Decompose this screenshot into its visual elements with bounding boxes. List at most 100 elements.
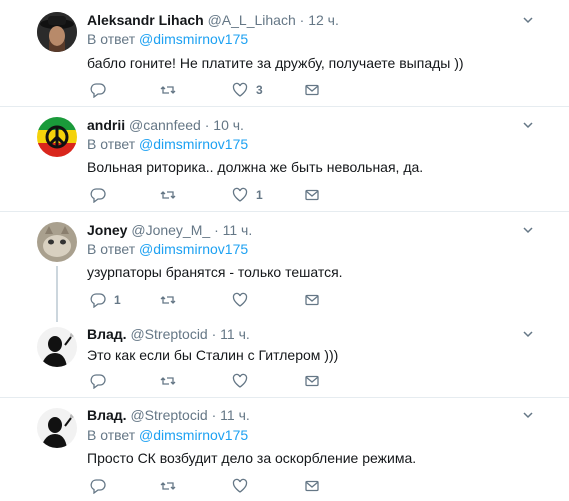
tweet-actions — [87, 371, 347, 391]
separator-dot: · — [211, 326, 217, 342]
username[interactable]: @Joney_M_ — [131, 222, 210, 238]
timestamp[interactable]: 11 ч. — [220, 326, 250, 342]
tweet-text: узурпаторы бранятся - только тешатся. — [87, 264, 343, 280]
envelope-icon — [305, 294, 319, 306]
avatar[interactable] — [37, 117, 77, 157]
tweet-actions: 3 — [87, 80, 347, 100]
reply-button[interactable] — [90, 371, 114, 391]
reply-button[interactable] — [90, 80, 114, 100]
tweet-actions: 1 — [87, 290, 347, 310]
tweet-header: Aleksandr Lihach @A_L_Lihach · 12 ч. — [87, 11, 339, 29]
envelope-icon — [305, 375, 319, 387]
chevron-down-icon[interactable] — [522, 328, 534, 340]
heart-icon — [232, 478, 248, 493]
separator-dot: · — [204, 117, 210, 133]
envelope-icon — [305, 189, 319, 201]
reply-icon — [90, 83, 106, 98]
reply-mention-link[interactable]: @dimsmirnov175 — [139, 31, 248, 47]
direct-message-button[interactable] — [304, 185, 320, 205]
reply-prefix: В ответ — [87, 427, 136, 443]
tweet-text: бабло гоните! Не платите за дружбу, полу… — [87, 55, 464, 71]
direct-message-button[interactable] — [304, 80, 320, 100]
heart-icon — [232, 82, 248, 97]
reply-context: В ответ @dimsmirnov175 — [87, 135, 248, 153]
reply-button[interactable] — [90, 185, 114, 205]
reply-mention-link[interactable]: @dimsmirnov175 — [139, 136, 248, 152]
chevron-down-icon[interactable] — [522, 119, 534, 131]
tweet-divider — [0, 397, 569, 398]
direct-message-button[interactable] — [304, 476, 320, 496]
reply-button[interactable] — [90, 476, 114, 496]
separator-dot: · — [214, 222, 219, 238]
like-button[interactable]: 1 — [232, 185, 263, 205]
display-name[interactable]: Joney — [87, 222, 127, 238]
retweet-icon — [160, 191, 176, 199]
display-name[interactable]: Влад. — [87, 407, 127, 423]
heart-icon — [232, 292, 248, 307]
reply-prefix: В ответ — [87, 241, 136, 257]
separator-dot: · — [299, 12, 305, 28]
display-name[interactable]: Aleksandr Lihach — [87, 12, 204, 28]
username[interactable]: @Streptocid — [130, 326, 207, 342]
tweet-header: andrii @cannfeed · 10 ч. — [87, 116, 244, 134]
username[interactable]: @cannfeed — [129, 117, 201, 133]
chevron-down-icon[interactable] — [522, 409, 534, 421]
retweet-icon — [160, 86, 176, 94]
envelope-icon — [305, 84, 319, 96]
reply-prefix: В ответ — [87, 136, 136, 152]
retweet-icon — [160, 482, 176, 490]
avatar[interactable] — [37, 408, 77, 448]
tweet-divider — [0, 106, 569, 107]
reply-icon — [90, 479, 106, 494]
retweet-button[interactable] — [160, 80, 184, 100]
retweet-button[interactable] — [160, 290, 184, 310]
like-button[interactable] — [232, 371, 256, 391]
like-button[interactable] — [232, 476, 256, 496]
avatar[interactable] — [37, 12, 77, 52]
like-button[interactable]: 3 — [232, 80, 263, 100]
reply-mention-link[interactable]: @dimsmirnov175 — [139, 241, 248, 257]
retweet-icon — [160, 377, 176, 385]
reply-button[interactable]: 1 — [90, 290, 121, 310]
reply-icon — [90, 374, 106, 389]
reply-count: 1 — [114, 293, 121, 307]
timestamp[interactable]: 12 ч. — [308, 12, 339, 28]
timestamp[interactable]: 11 ч. — [220, 407, 250, 423]
username[interactable]: @A_L_Lihach — [208, 12, 296, 28]
reply-icon — [90, 293, 106, 308]
tweet-actions: 1 — [87, 185, 347, 205]
tweet-divider — [0, 211, 569, 212]
thread-connector-line — [56, 266, 58, 322]
direct-message-button[interactable] — [304, 290, 320, 310]
reply-context: В ответ @dimsmirnov175 — [87, 240, 248, 258]
reply-icon — [90, 188, 106, 203]
like-button[interactable] — [232, 290, 256, 310]
heart-icon — [232, 187, 248, 202]
avatar[interactable] — [37, 222, 77, 262]
heart-icon — [232, 373, 248, 388]
retweet-button[interactable] — [160, 476, 184, 496]
timestamp[interactable]: 10 ч. — [213, 117, 244, 133]
tweet-text: Вольная риторика.. должна же быть неволь… — [87, 159, 424, 175]
like-count: 3 — [256, 83, 263, 97]
display-name[interactable]: Влад. — [87, 326, 127, 342]
retweet-button[interactable] — [160, 185, 184, 205]
timestamp[interactable]: 11 ч. — [223, 222, 253, 238]
retweet-icon — [160, 296, 176, 304]
chevron-down-icon[interactable] — [522, 14, 534, 26]
reply-mention-link[interactable]: @dimsmirnov175 — [139, 427, 248, 443]
tweet-header: Влад. @Streptocid · 11 ч. — [87, 325, 250, 343]
separator-dot: · — [211, 407, 217, 423]
direct-message-button[interactable] — [304, 371, 320, 391]
tweet-header: Joney @Joney_M_ · 11 ч. — [87, 221, 252, 239]
tweet-text: Просто СК возбудит дело за оскорбление р… — [87, 450, 417, 466]
chevron-down-icon[interactable] — [522, 224, 534, 236]
username[interactable]: @Streptocid — [130, 407, 207, 423]
like-count: 1 — [256, 188, 263, 202]
reply-prefix: В ответ — [87, 31, 136, 47]
reply-context: В ответ @dimsmirnov175 — [87, 30, 248, 48]
display-name[interactable]: andrii — [87, 117, 125, 133]
avatar[interactable] — [37, 327, 77, 367]
tweet-text: Это как если бы Сталин с Гитлером ))) — [87, 347, 339, 363]
retweet-button[interactable] — [160, 371, 184, 391]
